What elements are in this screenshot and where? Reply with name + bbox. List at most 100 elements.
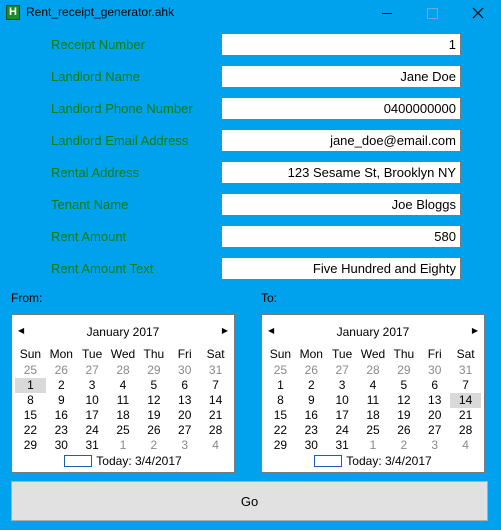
calendar-day[interactable]: 25 [358,423,389,438]
calendar-day[interactable]: 7 [200,378,231,393]
calendar-day[interactable]: 17 [77,408,108,423]
calendar-day[interactable]: 4 [108,378,139,393]
calendar-day[interactable]: 12 [138,393,169,408]
minimize-button[interactable] [364,0,410,26]
title-bar[interactable]: H Rent_receipt_generator.ahk [0,0,501,26]
calendar-day[interactable]: 31 [450,363,481,378]
calendar-day-selected[interactable]: 14 [450,393,482,408]
landlord-email-field[interactable]: jane_doe@email.com [221,129,461,152]
calendar-day[interactable]: 2 [138,438,169,453]
calendar-day[interactable]: 30 [46,438,77,453]
today-link[interactable]: Today: 3/4/2017 [262,453,484,468]
calendar-day[interactable]: 22 [15,423,46,438]
calendar-day[interactable]: 5 [388,378,419,393]
calendar-day[interactable]: 28 [358,363,389,378]
maximize-button[interactable] [409,0,455,26]
calendar-day[interactable]: 3 [169,438,200,453]
calendar-day[interactable]: 31 [200,363,231,378]
calendar-day[interactable]: 5 [138,378,169,393]
calendar-day[interactable]: 21 [450,408,481,423]
calendar-day[interactable]: 23 [46,423,77,438]
calendar-day[interactable]: 7 [450,378,481,393]
next-month-icon[interactable]: ▶ [472,326,478,336]
calendar-day[interactable]: 25 [15,363,46,378]
calendar-day[interactable]: 28 [108,363,139,378]
calendar-day[interactable]: 6 [169,378,200,393]
calendar-day[interactable]: 18 [358,408,389,423]
calendar-day[interactable]: 8 [15,393,46,408]
calendar-day[interactable]: 4 [450,438,481,453]
landlord-name-field[interactable]: Jane Doe [221,65,461,88]
calendar-day[interactable]: 15 [15,408,46,423]
calendar-day[interactable]: 27 [327,363,358,378]
close-button[interactable] [455,0,501,26]
calendar-day[interactable]: 19 [388,408,419,423]
calendar-day[interactable]: 26 [296,363,327,378]
calendar-day[interactable]: 20 [169,408,200,423]
calendar-day[interactable]: 30 [169,363,200,378]
calendar-day[interactable]: 23 [296,423,327,438]
calendar-day[interactable]: 8 [265,393,296,408]
calendar-day[interactable]: 16 [296,408,327,423]
next-month-icon[interactable]: ▶ [222,326,228,336]
receipt-number-field[interactable]: 1 [221,33,461,56]
calendar-month[interactable]: January 2017 [262,325,484,339]
calendar-day[interactable]: 3 [327,378,358,393]
calendar-day[interactable]: 26 [46,363,77,378]
calendar-day[interactable]: 4 [200,438,231,453]
tenant-name-field[interactable]: Joe Bloggs [221,193,461,216]
calendar-day[interactable]: 24 [77,423,108,438]
calendar-day[interactable]: 30 [296,438,327,453]
to-calendar[interactable]: ◀ January 2017 ▶ Sun Mon Tue Wed Thu Fri… [261,314,485,473]
calendar-day[interactable]: 2 [46,378,77,393]
calendar-day[interactable]: 2 [296,378,327,393]
calendar-day[interactable]: 9 [296,393,327,408]
calendar-day[interactable]: 3 [419,438,450,453]
calendar-day[interactable]: 6 [419,378,450,393]
calendar-day[interactable]: 27 [77,363,108,378]
calendar-day[interactable]: 18 [108,408,139,423]
go-button[interactable]: Go [11,481,488,521]
rent-amount-field[interactable]: 580 [221,225,461,248]
calendar-day[interactable]: 28 [450,423,481,438]
calendar-day[interactable]: 4 [358,378,389,393]
calendar-day[interactable]: 31 [327,438,358,453]
calendar-day[interactable]: 19 [138,408,169,423]
calendar-day[interactable]: 17 [327,408,358,423]
calendar-day-selected[interactable]: 1 [15,378,46,393]
calendar-day[interactable]: 9 [46,393,77,408]
calendar-day[interactable]: 27 [419,423,450,438]
rental-address-field[interactable]: 123 Sesame St, Brooklyn NY [221,161,461,184]
calendar-day[interactable]: 10 [77,393,108,408]
from-calendar[interactable]: ◀ January 2017 ▶ Sun Mon Tue Wed Thu Fri… [11,314,235,473]
calendar-day[interactable]: 11 [108,393,139,408]
calendar-day[interactable]: 26 [388,423,419,438]
calendar-day[interactable]: 26 [138,423,169,438]
calendar-day[interactable]: 13 [419,393,450,408]
calendar-day[interactable]: 3 [77,378,108,393]
calendar-day[interactable]: 31 [77,438,108,453]
calendar-day[interactable]: 15 [265,408,296,423]
calendar-day[interactable]: 1 [358,438,389,453]
calendar-day[interactable]: 2 [388,438,419,453]
calendar-day[interactable]: 12 [388,393,419,408]
calendar-day[interactable]: 21 [200,408,231,423]
calendar-day[interactable]: 30 [419,363,450,378]
calendar-day[interactable]: 20 [419,408,450,423]
calendar-day[interactable]: 25 [108,423,139,438]
calendar-day[interactable]: 10 [327,393,358,408]
calendar-day[interactable]: 1 [265,378,296,393]
calendar-day[interactable]: 24 [327,423,358,438]
landlord-phone-field[interactable]: 0400000000 [221,97,461,120]
today-label[interactable]: Today: 3/4/2017 [346,454,431,468]
calendar-day[interactable]: 13 [169,393,200,408]
calendar-day[interactable]: 16 [46,408,77,423]
today-label[interactable]: Today: 3/4/2017 [96,454,181,468]
calendar-day[interactable]: 1 [108,438,139,453]
calendar-day[interactable]: 29 [15,438,46,453]
calendar-day[interactable]: 29 [265,438,296,453]
calendar-day[interactable]: 25 [265,363,296,378]
rent-amount-text-field[interactable]: Five Hundred and Eighty [221,257,461,280]
calendar-day[interactable]: 22 [265,423,296,438]
calendar-day[interactable]: 11 [358,393,389,408]
